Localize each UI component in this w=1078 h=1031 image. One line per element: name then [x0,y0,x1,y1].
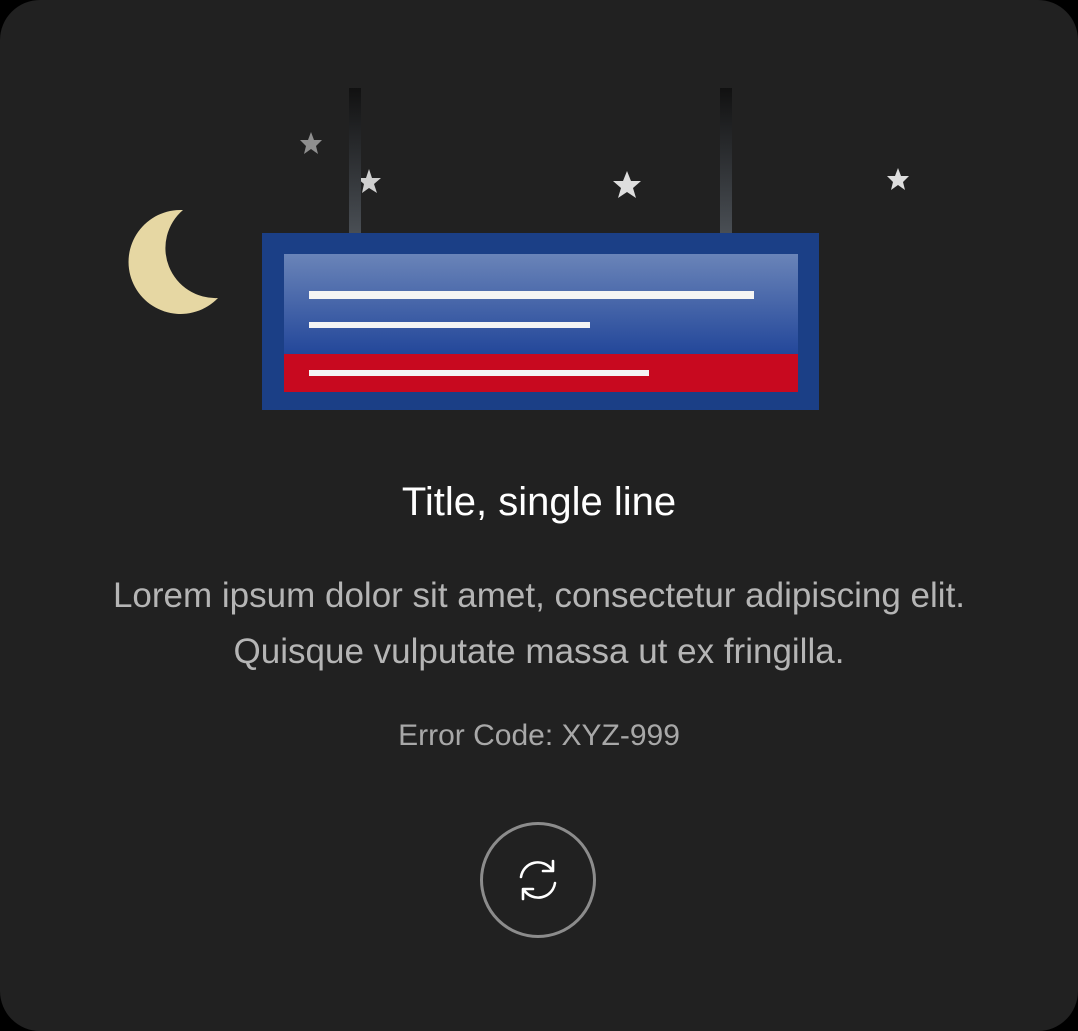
error-dialog-card: Title, single line Lorem ipsum dolor sit… [0,0,1078,1031]
error-illustration [128,88,909,410]
refresh-button[interactable] [480,822,596,938]
error-code: Error Code: XYZ-999 [398,719,680,752]
moon-icon [128,209,218,314]
star-icon [300,132,322,154]
hanging-sign [262,233,819,410]
dialog-description: Lorem ipsum dolor sit amet, consectetur … [112,576,966,671]
refresh-icon [519,859,557,901]
dialog-title: Title, single line [401,480,677,524]
sign-posts [349,88,732,235]
star-icon [613,171,641,198]
star-icon [887,168,909,190]
